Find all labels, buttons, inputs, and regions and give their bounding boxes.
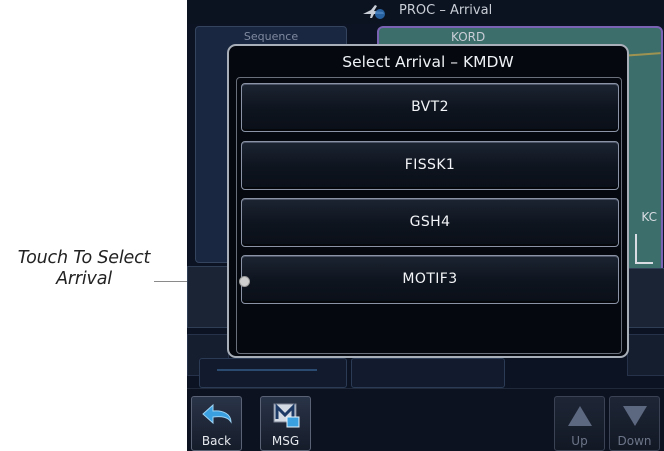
back-arrow-icon <box>201 403 232 425</box>
up-label: Up <box>571 434 588 448</box>
device-screen: PROC – Arrival Sequence KORD KC Select A… <box>187 0 664 451</box>
back-label: Back <box>201 434 232 448</box>
msg-button[interactable]: MSG <box>260 396 311 451</box>
arrival-list: BVT2 FISSK1 GSH4 MOTIF3 <box>236 77 622 354</box>
bg-bottom-field-left <box>199 358 347 388</box>
map-scale <box>635 234 653 264</box>
bg-right-button-2 <box>627 334 664 376</box>
top-bar: PROC – Arrival <box>187 0 664 24</box>
down-arrow-icon <box>622 406 647 426</box>
message-icon <box>273 403 299 428</box>
bg-bottom-field <box>351 358 505 388</box>
callout-line1: Touch To Select <box>17 248 151 268</box>
arrival-item-gsh4[interactable]: GSH4 <box>241 198 619 247</box>
map-airport-label: KORD <box>451 30 486 44</box>
arrival-item-fissk1[interactable]: FISSK1 <box>241 141 619 190</box>
bg-right-button <box>627 268 664 328</box>
bg-left-button <box>187 266 229 328</box>
callout-touch-dot <box>239 276 250 287</box>
arrival-item-bvt2[interactable]: BVT2 <box>241 83 619 132</box>
select-arrival-dialog: Select Arrival – KMDW BVT2 FISSK1 GSH4 M… <box>227 44 629 358</box>
down-label: Down <box>617 434 652 448</box>
bg-progress-bar <box>217 369 317 371</box>
down-button[interactable]: Down <box>609 396 660 451</box>
map-right-label: KC <box>641 210 657 224</box>
callout-line2: Arrival <box>56 269 112 289</box>
back-button[interactable]: Back <box>191 396 242 451</box>
dialog-title: Select Arrival – KMDW <box>342 53 514 71</box>
msg-label: MSG <box>271 434 300 448</box>
sequence-label: Sequence <box>243 30 299 43</box>
procedure-icon <box>363 5 385 19</box>
page-title: PROC – Arrival <box>399 3 493 18</box>
up-button[interactable]: Up <box>554 396 605 451</box>
up-arrow-icon <box>567 406 592 426</box>
arrival-item-motif3[interactable]: MOTIF3 <box>241 255 619 304</box>
callout-text: Touch To Select Arrival <box>0 248 168 290</box>
